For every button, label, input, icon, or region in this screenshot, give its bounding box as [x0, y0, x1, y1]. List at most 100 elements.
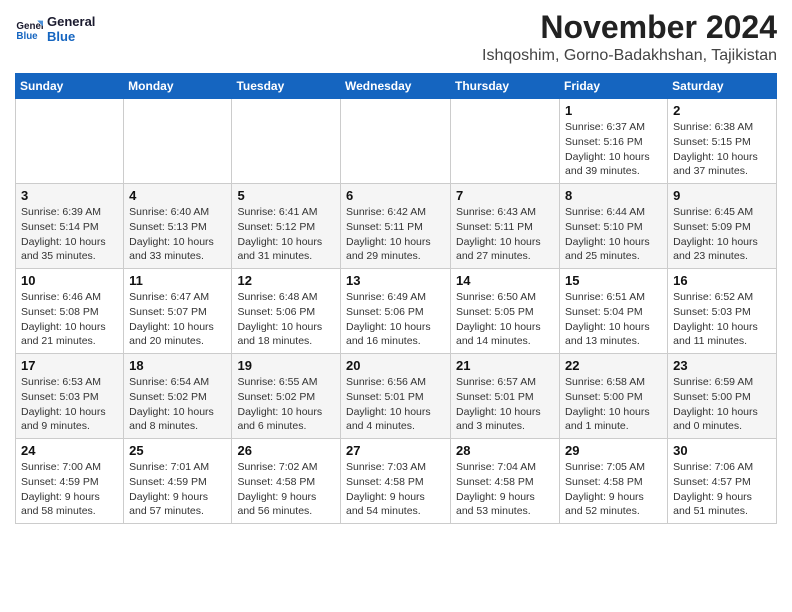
calendar-cell [451, 99, 560, 184]
calendar-cell: 30 Sunrise: 7:06 AM Sunset: 4:57 PM Dayli… [668, 439, 777, 524]
calendar-header-friday: Friday [560, 74, 668, 99]
day-info: Sunrise: 6:58 AM Sunset: 5:00 PM Dayligh… [565, 375, 662, 434]
day-number: 19 [237, 358, 335, 373]
day-info: Sunrise: 6:53 AM Sunset: 5:03 PM Dayligh… [21, 375, 118, 434]
day-number: 20 [346, 358, 445, 373]
day-number: 17 [21, 358, 118, 373]
day-info: Sunrise: 7:03 AM Sunset: 4:58 PM Dayligh… [346, 460, 445, 519]
day-number: 10 [21, 273, 118, 288]
calendar-cell: 3Sunrise: 6:39 AM Sunset: 5:14 PM Daylig… [16, 184, 124, 269]
calendar-week-3: 10 Sunrise: 6:46 AM Sunset: 5:08 PM Dayli… [16, 269, 777, 354]
logo-icon: General Blue [15, 15, 43, 43]
day-info: Sunrise: 6:45 AM Sunset: 5:09 PM Dayligh… [673, 205, 771, 264]
day-info: Sunrise: 7:01 AM Sunset: 4:59 PM Dayligh… [129, 460, 226, 519]
calendar-cell: 22 Sunrise: 6:58 AM Sunset: 5:00 PM Dayli… [560, 354, 668, 439]
calendar-cell [124, 99, 232, 184]
calendar-cell: 25Sunrise: 7:01 AM Sunset: 4:59 PM Dayli… [124, 439, 232, 524]
day-number: 22 [565, 358, 662, 373]
day-number: 3 [21, 188, 118, 203]
day-number: 5 [237, 188, 335, 203]
day-info: Sunrise: 6:55 AM Sunset: 5:02 PM Dayligh… [237, 375, 335, 434]
calendar-cell: 13 Sunrise: 6:49 AM Sunset: 5:06 PM Dayli… [341, 269, 451, 354]
calendar-cell: 27 Sunrise: 7:03 AM Sunset: 4:58 PM Dayli… [341, 439, 451, 524]
calendar-cell: 12Sunrise: 6:48 AM Sunset: 5:06 PM Dayli… [232, 269, 341, 354]
calendar-week-2: 3Sunrise: 6:39 AM Sunset: 5:14 PM Daylig… [16, 184, 777, 269]
calendar-cell: 11 Sunrise: 6:47 AM Sunset: 5:07 PM Dayli… [124, 269, 232, 354]
calendar-cell: 1 Sunrise: 6:37 AM Sunset: 5:16 PM Daylig… [560, 99, 668, 184]
calendar-cell: 9 Sunrise: 6:45 AM Sunset: 5:09 PM Daylig… [668, 184, 777, 269]
calendar-cell: 7Sunrise: 6:43 AM Sunset: 5:11 PM Daylig… [451, 184, 560, 269]
day-info: Sunrise: 6:40 AM Sunset: 5:13 PM Dayligh… [129, 205, 226, 264]
calendar-cell: 6Sunrise: 6:42 AM Sunset: 5:11 PM Daylig… [341, 184, 451, 269]
day-info: Sunrise: 6:52 AM Sunset: 5:03 PM Dayligh… [673, 290, 771, 349]
day-info: Sunrise: 7:06 AM Sunset: 4:57 PM Dayligh… [673, 460, 771, 519]
day-number: 1 [565, 103, 662, 118]
calendar-cell: 28Sunrise: 7:04 AM Sunset: 4:58 PM Dayli… [451, 439, 560, 524]
calendar-cell: 15 Sunrise: 6:51 AM Sunset: 5:04 PM Dayli… [560, 269, 668, 354]
calendar-cell: 17 Sunrise: 6:53 AM Sunset: 5:03 PM Dayli… [16, 354, 124, 439]
calendar-header-tuesday: Tuesday [232, 74, 341, 99]
logo-line1: General [47, 14, 95, 29]
day-number: 6 [346, 188, 445, 203]
calendar-cell: 20Sunrise: 6:56 AM Sunset: 5:01 PM Dayli… [341, 354, 451, 439]
logo-line2: Blue [47, 29, 95, 44]
day-number: 27 [346, 443, 445, 458]
day-number: 11 [129, 273, 226, 288]
calendar-cell [341, 99, 451, 184]
day-number: 21 [456, 358, 554, 373]
calendar-cell: 24 Sunrise: 7:00 AM Sunset: 4:59 PM Dayli… [16, 439, 124, 524]
page-header: General Blue General Blue November 2024 … [15, 10, 777, 65]
day-number: 23 [673, 358, 771, 373]
day-info: Sunrise: 6:57 AM Sunset: 5:01 PM Dayligh… [456, 375, 554, 434]
calendar-cell: 2 Sunrise: 6:38 AM Sunset: 5:15 PM Daylig… [668, 99, 777, 184]
day-number: 24 [21, 443, 118, 458]
day-info: Sunrise: 6:37 AM Sunset: 5:16 PM Dayligh… [565, 120, 662, 179]
calendar-week-1: 1 Sunrise: 6:37 AM Sunset: 5:16 PM Daylig… [16, 99, 777, 184]
day-number: 12 [237, 273, 335, 288]
calendar-week-4: 17 Sunrise: 6:53 AM Sunset: 5:03 PM Dayli… [16, 354, 777, 439]
title-area: November 2024 Ishqoshim, Gorno-Badakhsha… [482, 10, 777, 65]
calendar-cell: 26Sunrise: 7:02 AM Sunset: 4:58 PM Dayli… [232, 439, 341, 524]
day-number: 9 [673, 188, 771, 203]
calendar-header-saturday: Saturday [668, 74, 777, 99]
day-info: Sunrise: 6:44 AM Sunset: 5:10 PM Dayligh… [565, 205, 662, 264]
day-number: 13 [346, 273, 445, 288]
calendar-header-row: SundayMondayTuesdayWednesdayThursdayFrid… [16, 74, 777, 99]
day-number: 4 [129, 188, 226, 203]
calendar-cell: 16 Sunrise: 6:52 AM Sunset: 5:03 PM Dayli… [668, 269, 777, 354]
day-number: 29 [565, 443, 662, 458]
day-info: Sunrise: 6:46 AM Sunset: 5:08 PM Dayligh… [21, 290, 118, 349]
calendar-cell: 21 Sunrise: 6:57 AM Sunset: 5:01 PM Dayli… [451, 354, 560, 439]
calendar-cell: 29Sunrise: 7:05 AM Sunset: 4:58 PM Dayli… [560, 439, 668, 524]
day-info: Sunrise: 7:00 AM Sunset: 4:59 PM Dayligh… [21, 460, 118, 519]
day-number: 7 [456, 188, 554, 203]
calendar-cell: 4 Sunrise: 6:40 AM Sunset: 5:13 PM Daylig… [124, 184, 232, 269]
day-number: 28 [456, 443, 554, 458]
day-number: 30 [673, 443, 771, 458]
calendar-header-thursday: Thursday [451, 74, 560, 99]
month-title: November 2024 [482, 10, 777, 45]
calendar-cell: 8 Sunrise: 6:44 AM Sunset: 5:10 PM Daylig… [560, 184, 668, 269]
calendar-cell: 19 Sunrise: 6:55 AM Sunset: 5:02 PM Dayli… [232, 354, 341, 439]
day-number: 8 [565, 188, 662, 203]
calendar-cell [16, 99, 124, 184]
day-info: Sunrise: 6:49 AM Sunset: 5:06 PM Dayligh… [346, 290, 445, 349]
day-info: Sunrise: 6:51 AM Sunset: 5:04 PM Dayligh… [565, 290, 662, 349]
day-info: Sunrise: 6:38 AM Sunset: 5:15 PM Dayligh… [673, 120, 771, 179]
calendar-cell: 18 Sunrise: 6:54 AM Sunset: 5:02 PM Dayli… [124, 354, 232, 439]
day-number: 16 [673, 273, 771, 288]
day-info: Sunrise: 6:50 AM Sunset: 5:05 PM Dayligh… [456, 290, 554, 349]
day-number: 14 [456, 273, 554, 288]
calendar-cell: 14 Sunrise: 6:50 AM Sunset: 5:05 PM Dayli… [451, 269, 560, 354]
svg-text:Blue: Blue [16, 31, 38, 42]
day-number: 2 [673, 103, 771, 118]
location-title: Ishqoshim, Gorno-Badakhshan, Tajikistan [482, 47, 777, 65]
day-number: 18 [129, 358, 226, 373]
day-info: Sunrise: 6:54 AM Sunset: 5:02 PM Dayligh… [129, 375, 226, 434]
day-number: 26 [237, 443, 335, 458]
day-info: Sunrise: 6:41 AM Sunset: 5:12 PM Dayligh… [237, 205, 335, 264]
calendar-week-5: 24 Sunrise: 7:00 AM Sunset: 4:59 PM Dayli… [16, 439, 777, 524]
calendar-cell: 10 Sunrise: 6:46 AM Sunset: 5:08 PM Dayli… [16, 269, 124, 354]
day-info: Sunrise: 6:47 AM Sunset: 5:07 PM Dayligh… [129, 290, 226, 349]
day-number: 15 [565, 273, 662, 288]
